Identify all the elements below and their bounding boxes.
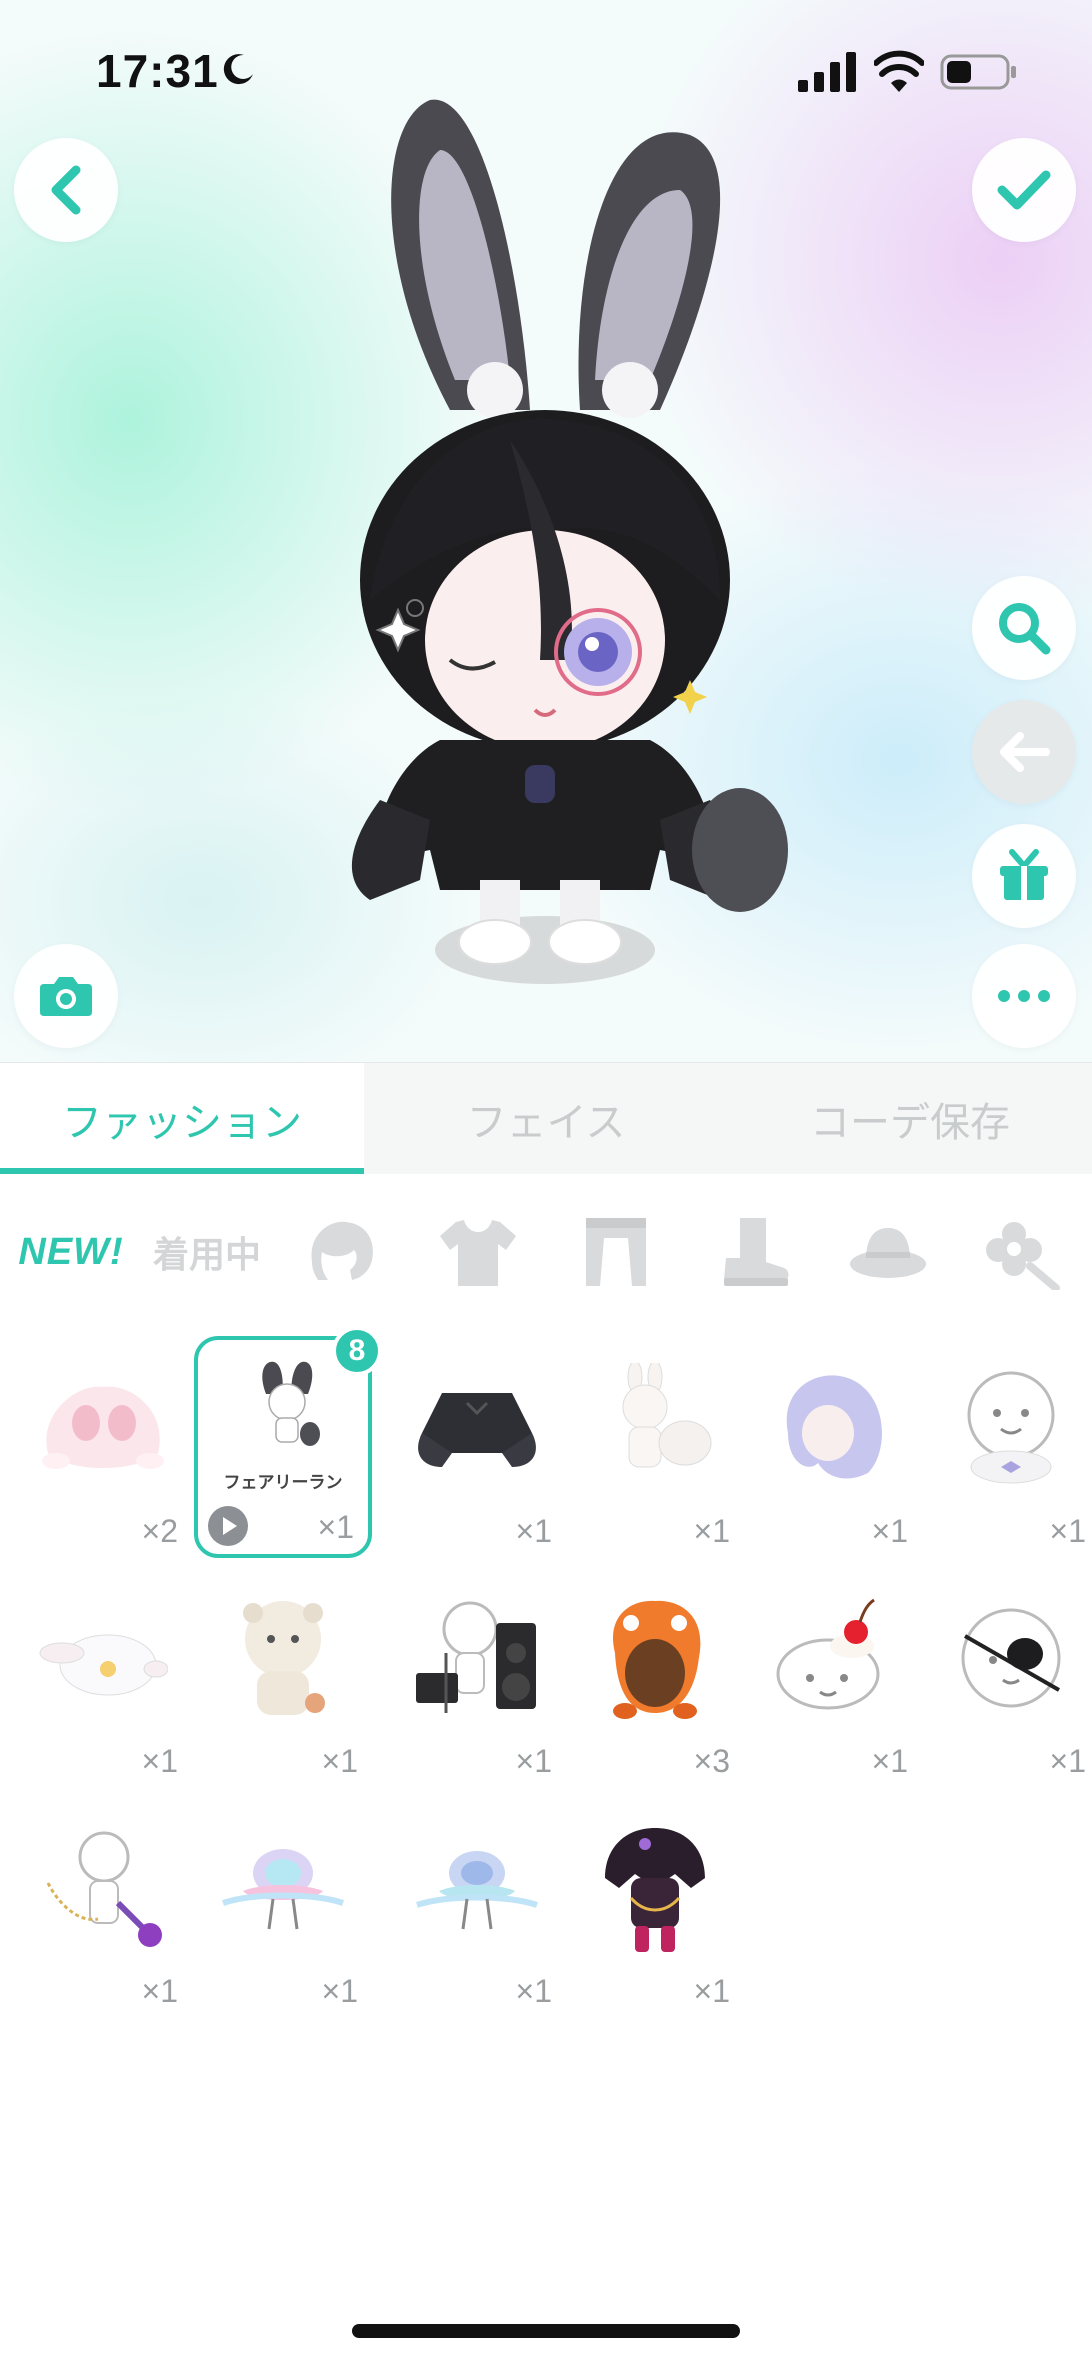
hair-icon xyxy=(311,1221,373,1280)
camera-icon xyxy=(40,977,92,1016)
item-card[interactable]: ×1 xyxy=(388,1336,566,1558)
item-card[interactable]: ×1 xyxy=(194,1796,372,2018)
item-count: ×1 xyxy=(515,1973,552,2009)
item-count: ×1 xyxy=(317,1509,354,1545)
play-icon[interactable] xyxy=(208,1506,248,1546)
category-hair[interactable] xyxy=(300,1214,384,1290)
item-card[interactable]: ×1 xyxy=(922,1566,1092,1788)
category-wearing[interactable]: 着用中 xyxy=(152,1214,262,1290)
gift-box-icon xyxy=(1000,849,1048,900)
accessory-icon xyxy=(986,1222,1060,1290)
cellular-signal-icon xyxy=(798,52,856,92)
wifi-icon xyxy=(874,50,924,92)
tab-fashion[interactable]: ファッション xyxy=(0,1063,364,1175)
item-card[interactable]: ×1 xyxy=(566,1796,744,2018)
item-count: ×1 xyxy=(693,1973,730,2009)
more-options-button[interactable] xyxy=(972,944,1076,1048)
item-card[interactable]: ×1 xyxy=(388,1566,566,1788)
item-thumbnail xyxy=(388,1336,566,1520)
item-thumbnail xyxy=(388,1796,566,1980)
item-count: ×1 xyxy=(871,1513,908,1549)
item-count: ×1 xyxy=(871,1743,908,1779)
item-card[interactable]: ×1 xyxy=(14,1796,192,2018)
arrow-left-icon xyxy=(1000,732,1050,772)
item-card[interactable]: ×1 xyxy=(194,1566,372,1788)
item-count: ×3 xyxy=(693,1743,730,1779)
zoom-search-button[interactable] xyxy=(972,576,1076,680)
avatar-stage: 17:31 xyxy=(0,0,1092,1062)
item-card[interactable]: ×2 xyxy=(14,1336,192,1558)
confirm-button[interactable] xyxy=(972,138,1076,242)
magnifier-icon xyxy=(999,603,1051,655)
home-indicator[interactable] xyxy=(352,2324,740,2338)
boots-icon xyxy=(724,1218,789,1286)
item-thumbnail xyxy=(566,1336,744,1520)
item-count-badge: 8 xyxy=(332,1326,382,1376)
item-thumbnail xyxy=(744,1336,922,1520)
item-count: ×1 xyxy=(515,1743,552,1779)
category-bottoms[interactable] xyxy=(574,1214,658,1290)
item-thumbnail xyxy=(14,1566,192,1750)
status-time: 17:31 xyxy=(96,45,219,97)
item-thumbnail xyxy=(194,1796,372,1980)
item-count: ×1 xyxy=(321,1973,358,2009)
item-thumbnail xyxy=(388,1566,566,1750)
item-set-label: フェアリーラン xyxy=(223,1473,343,1492)
camera-button[interactable] xyxy=(14,944,118,1048)
item-thumbnail xyxy=(922,1566,1092,1750)
tab-face[interactable]: フェイス xyxy=(364,1063,728,1175)
bottoms-icon xyxy=(586,1218,646,1286)
category-shoes[interactable] xyxy=(710,1214,794,1290)
item-thumbnail xyxy=(566,1796,744,1980)
category-hats[interactable] xyxy=(846,1214,930,1290)
hat-icon xyxy=(850,1228,926,1278)
item-card[interactable]: ×3 xyxy=(566,1566,744,1788)
item-count: ×1 xyxy=(141,1973,178,2009)
item-thumbnail xyxy=(566,1566,744,1750)
category-accessories[interactable] xyxy=(982,1214,1066,1290)
item-count: ×1 xyxy=(1049,1743,1086,1779)
item-thumbnail xyxy=(744,1566,922,1750)
checkmark-icon xyxy=(997,170,1051,210)
battery-icon xyxy=(940,54,1016,90)
item-count: ×1 xyxy=(141,1743,178,1779)
tab-saved-coordinates[interactable]: コーデ保存 xyxy=(728,1063,1092,1175)
item-card[interactable]: ×1 xyxy=(744,1336,922,1558)
avatar-character[interactable] xyxy=(330,80,800,1010)
item-thumbnail xyxy=(14,1336,192,1520)
gift-button[interactable] xyxy=(972,824,1076,928)
category-row: NEW! 着用中 xyxy=(0,1174,1092,1326)
item-card[interactable]: ×1 xyxy=(388,1796,566,2018)
main-tabs: ファッション フェイス コーデ保存 xyxy=(0,1062,1092,1175)
item-thumbnail xyxy=(922,1336,1092,1520)
moon-icon xyxy=(223,54,253,85)
item-card[interactable]: ×1 xyxy=(14,1566,192,1788)
item-thumbnail xyxy=(14,1796,192,1980)
item-count: ×1 xyxy=(515,1513,552,1549)
undo-button[interactable] xyxy=(972,700,1076,804)
item-count: ×1 xyxy=(321,1743,358,1779)
item-thumbnail xyxy=(194,1566,372,1750)
category-tops[interactable] xyxy=(436,1214,520,1290)
item-card[interactable]: ×1 xyxy=(566,1336,744,1558)
item-card[interactable]: ×1 xyxy=(922,1336,1092,1558)
category-new[interactable]: NEW! xyxy=(16,1214,126,1290)
item-count: ×1 xyxy=(693,1513,730,1549)
item-count: ×1 xyxy=(1049,1513,1086,1549)
item-count: ×2 xyxy=(141,1513,178,1549)
tshirt-icon xyxy=(440,1220,516,1286)
item-card[interactable]: ×1 xyxy=(744,1566,922,1788)
item-card-selected[interactable]: フェアリーラン 8 ×1 xyxy=(194,1326,382,1558)
back-button[interactable] xyxy=(14,138,118,242)
chevron-left-icon xyxy=(51,165,81,215)
ellipsis-icon xyxy=(998,990,1050,1002)
